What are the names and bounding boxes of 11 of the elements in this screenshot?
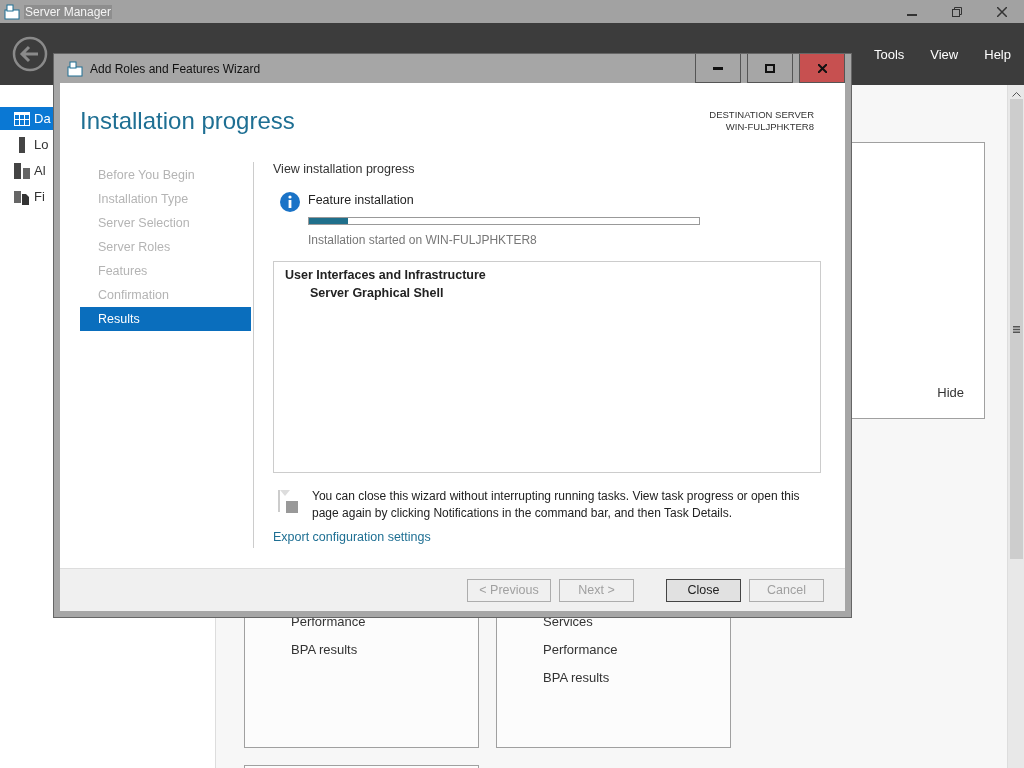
status-title: Feature installation xyxy=(308,193,415,207)
wizard-title: Add Roles and Features Wizard xyxy=(90,61,262,76)
section-title: View installation progress xyxy=(273,162,416,176)
page-heading: Installation progress xyxy=(80,107,295,135)
tree-item: User Interfaces and Infrastructure xyxy=(285,267,487,284)
destination-server: WIN-FULJPHKTER8 xyxy=(725,121,814,133)
notice-text: You can close this wizard without interrupting running tasks. View task progress or open this page again by clicking Notifications in the command bar, and then Task Details. xyxy=(312,488,801,521)
status-note: Installation started on WIN-FULJPHKTER8 xyxy=(308,233,538,247)
destination-label: DESTINATION SERVER xyxy=(709,109,814,121)
tree-item: Server Graphical Shell xyxy=(310,285,445,302)
app-title: Server Manager xyxy=(24,4,113,19)
